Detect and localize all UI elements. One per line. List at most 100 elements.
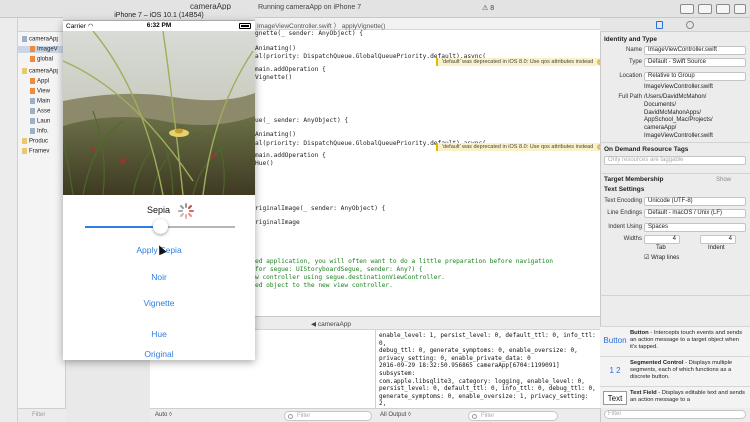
jump-bar[interactable]: ImageViewController.swift 〉 applyVignett… [255, 18, 600, 30]
console-filter[interactable]: Filter [468, 411, 558, 421]
navigator-item[interactable]: View [30, 88, 66, 95]
folder-icon [22, 148, 27, 154]
file-icon [30, 118, 35, 124]
folder-icon [22, 138, 27, 144]
output-select[interactable]: All Output ◊ [380, 412, 411, 418]
divider [600, 173, 750, 174]
auto-select[interactable]: Auto ◊ [155, 412, 172, 418]
library-item[interactable]: Button Button - Intercepts touch events a… [600, 326, 750, 356]
slider-knob[interactable] [152, 219, 168, 234]
variables-filter[interactable]: Filter [284, 411, 372, 421]
battery-icon [239, 23, 251, 29]
file-icon [30, 56, 35, 62]
vignette-button[interactable]: Vignette [63, 298, 255, 308]
navigator-item[interactable]: Info. [30, 128, 66, 135]
tab-width-field[interactable]: 4 [644, 235, 680, 244]
location-select[interactable]: Relative to Group [644, 72, 746, 81]
encoding-label: Text Encoding [604, 198, 642, 204]
library-filter[interactable]: Filter [604, 410, 746, 419]
navigator-tabs[interactable] [18, 18, 66, 32]
divider [600, 142, 750, 143]
navigator-item-label: Framev [29, 148, 50, 155]
console-line: generate_symptoms: 0, enable_oversize: 1… [379, 392, 589, 408]
navigator-toggle-button[interactable] [698, 4, 712, 14]
file-inspector-icon[interactable] [656, 21, 663, 29]
navigator-item[interactable]: cameraApp [22, 68, 58, 75]
hue-button[interactable]: Hue [63, 329, 255, 339]
navigator-item[interactable]: Laun [30, 118, 66, 125]
code-line: Animating() [255, 45, 296, 52]
type-select[interactable]: Default - Swift Source [644, 58, 746, 67]
navigator-item-label: Appl [37, 78, 50, 85]
code-line: riginalImage(_ sender: AnyObject) { [255, 205, 386, 212]
photo-image-view [63, 31, 255, 195]
indent-caption: Indent [708, 245, 725, 251]
library-description: Button - Intercepts touch events and sen… [630, 330, 746, 351]
navigator-filter[interactable]: Filter [18, 408, 66, 422]
odr-tags-field[interactable]: Only resources are taggable [604, 156, 746, 165]
issue-banner-2[interactable]: 'default' was deprecated in iOS 8.0: Use… [436, 143, 608, 151]
noir-button[interactable]: Noir [63, 272, 255, 282]
fullpath-line: ImageViewController.swift [644, 133, 713, 139]
code-line: ue(_ sender: AnyObject) { [255, 117, 349, 124]
fullpath-line: /Users/DavidMcMahon/ [644, 94, 707, 100]
status-bar: Carrier ◠ 6:32 PM [63, 21, 255, 31]
library-title: Button [630, 330, 649, 336]
navigator-item[interactable]: Appl [30, 78, 66, 85]
endings-select[interactable]: Default - macOS / Unix (LF) [644, 209, 746, 218]
navigator-item[interactable]: Framev [22, 148, 58, 155]
location-file: ImageViewController.swift [644, 84, 713, 90]
wrap-lines-label: Wrap lines [651, 255, 680, 261]
name-field[interactable]: ImageViewController.swift [644, 46, 746, 55]
console-line: persist_level: 0, default_ttl: 0, info_t… [379, 385, 596, 393]
navigator-item[interactable]: cameraApp [22, 36, 58, 43]
indent-width-field[interactable]: 4 [700, 235, 736, 244]
console-line: enable_level: 1, persist_level: 0, defau… [379, 332, 596, 347]
navigator-item[interactable]: Produc [22, 138, 58, 145]
file-icon [30, 98, 35, 104]
navigator-item-label: cameraApp [29, 68, 58, 75]
code-line: main.addOperation { [255, 152, 326, 159]
code-line: main.addOperation { [255, 66, 326, 73]
file-icon [30, 46, 35, 52]
encoding-select[interactable]: Unicode (UTF-8) [644, 197, 746, 206]
library-item[interactable]: 1 2 Segmented Control - Displays multiple… [600, 356, 750, 386]
fullpath-line: DavidMcMahonApps/ [644, 109, 702, 116]
navigator-item-label: Main [37, 98, 51, 105]
library-thumb: 1 2 [609, 366, 621, 375]
file-icon [30, 88, 35, 94]
file-icon [30, 108, 35, 114]
navigator-item[interactable]: global [30, 56, 66, 63]
inspector-tabs[interactable] [600, 18, 750, 32]
target-show-link[interactable]: Show [716, 177, 731, 183]
file-icon [30, 128, 35, 134]
debug-toggle-button[interactable] [716, 4, 730, 14]
code-line: riginalImage [255, 219, 300, 226]
file-icon [22, 36, 27, 42]
editor-standard-button[interactable] [680, 4, 694, 14]
library-description: Segmented Control - Displays multiple se… [630, 360, 746, 381]
library-item[interactable]: Text Text Field - Displays editable text … [600, 386, 750, 408]
navigator-item[interactable]: ImageV [18, 46, 66, 53]
quick-help-icon[interactable] [686, 21, 694, 29]
console-output[interactable]: enable_level: 1, persist_level: 0, defau… [376, 330, 600, 408]
intensity-slider[interactable] [85, 219, 235, 234]
issue-text: 'default' was deprecated in iOS 8.0: Use… [442, 59, 594, 65]
issue-banner-1[interactable]: 'default' was deprecated in iOS 8.0: Use… [436, 58, 608, 66]
warning-count-value: 8 [490, 5, 495, 12]
widths-label: Widths [623, 236, 642, 242]
console-line: privacy_setting: 0, enable_private_data:… [379, 354, 531, 362]
original-button[interactable]: Original [63, 349, 255, 359]
debug-crumb[interactable]: ◀ cameraApp [311, 320, 351, 328]
navigator-item[interactable]: Asse [30, 108, 66, 115]
navigator-item-label: Info. [37, 128, 49, 135]
filter-icon [288, 414, 293, 419]
checkbox-icon: ☑ [644, 255, 650, 261]
variables-filter-placeholder: Filter [297, 413, 311, 419]
indent-select[interactable]: Spaces [644, 223, 746, 232]
iphone-screen: Carrier ◠ 6:32 PM Sepia Apply Sepia Noir… [63, 21, 255, 360]
wrap-lines-checkbox[interactable]: ☑ Wrap lines [644, 254, 679, 261]
inspector-toggle-button[interactable] [734, 4, 746, 14]
warning-count[interactable]: ⚠ 8 [482, 4, 494, 12]
navigator-item[interactable]: Main [30, 98, 66, 105]
